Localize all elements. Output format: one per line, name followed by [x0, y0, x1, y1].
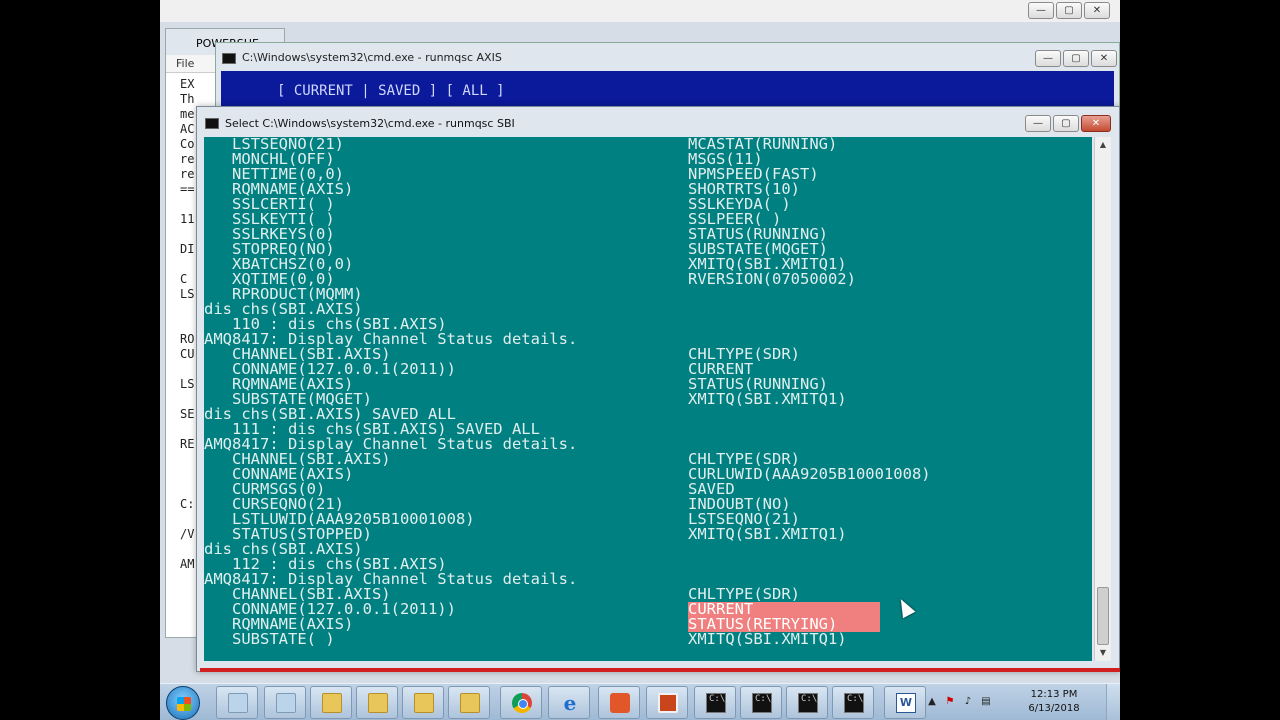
cmd-icon	[222, 53, 236, 64]
terminal-icon: C:\_	[798, 693, 823, 713]
axis-console-text: [ CURRENT | SAVED ] [ ALL ]	[277, 83, 505, 99]
desktop-screen: — ▢ ✕ POWERSHE File EXThmeACCorere==11DI…	[160, 0, 1120, 720]
outer-window-titlebar: — ▢ ✕	[160, 0, 1120, 22]
console-line: CONNAME(AXIS) CURLUWID(AAA9205B10001008)	[204, 466, 1092, 482]
taskbar-folder-3[interactable]	[402, 686, 444, 719]
console-line: SSLRKEYS(0) STATUS(RUNNING)	[204, 226, 1092, 242]
start-button[interactable]	[166, 686, 200, 720]
minimize-button[interactable]: —	[1028, 2, 1054, 19]
sbi-console-output[interactable]: LSTSEQNO(21) MCASTAT(RUNNING) MONCHL(OFF)…	[204, 137, 1092, 661]
internet-explorer-icon: e	[563, 691, 577, 715]
console-line: XBATCHSZ(0,0) XMITQ(SBI.XMITQ1)	[204, 256, 1092, 272]
taskbar-presentation[interactable]	[646, 686, 688, 719]
folder-icon	[322, 693, 342, 713]
cmd-window-sbi[interactable]: Select C:\Windows\system32\cmd.exe - run…	[196, 106, 1120, 672]
window-icon	[228, 693, 248, 713]
scroll-up-arrow-icon[interactable]: ▲	[1095, 137, 1111, 153]
window-bottom-edge	[200, 668, 1120, 672]
taskbar-app-explorer-a[interactable]	[216, 686, 258, 719]
taskbar-chrome[interactable]	[500, 686, 542, 719]
system-tray: ▲ ⚑ ♪ ▤ 12:13 PM 6/13/2018	[920, 684, 1090, 720]
folder-icon	[368, 693, 388, 713]
terminal-icon: C:\_	[706, 693, 731, 713]
close-button[interactable]: ✕	[1084, 2, 1110, 19]
minimize-button[interactable]: —	[1025, 115, 1051, 132]
cmd-window-axis-title: C:\Windows\system32\cmd.exe - runmqsc AX…	[242, 51, 502, 64]
clock-date: 6/13/2018	[1028, 703, 1080, 714]
clock-time: 12:13 PM	[1030, 689, 1078, 700]
volume-icon[interactable]: ♪	[962, 696, 974, 708]
network-icon[interactable]: ▤	[980, 696, 992, 708]
console-line: RQMNAME(AXIS) SHORTRTS(10)	[204, 181, 1092, 197]
taskbar-folder-2[interactable]	[356, 686, 398, 719]
taskbar-internet-explorer[interactable]: e	[548, 686, 590, 719]
console-line: SUBSTATE( ) XMITQ(SBI.XMITQ1)	[204, 630, 1092, 648]
console-line-right: XMITQ(SBI.XMITQ1)	[688, 525, 847, 543]
cmd-window-sbi-titlebar: Select C:\Windows\system32\cmd.exe - run…	[197, 107, 1119, 137]
chrome-icon	[512, 693, 532, 713]
terminal-icon: C:\_	[752, 693, 777, 713]
taskbar-folder-1[interactable]	[310, 686, 352, 719]
taskbar-folder-4[interactable]	[448, 686, 490, 719]
taskbar-cmd-4[interactable]: C:\_	[832, 686, 874, 719]
folder-icon	[414, 693, 434, 713]
axis-window-controls: — ▢ ✕	[1035, 50, 1117, 67]
terminal-icon: C:\_	[844, 693, 869, 713]
folder-icon	[460, 693, 480, 713]
console-line: SSLCERTI( ) SSLKEYDA( )	[204, 196, 1092, 212]
console-line-left: SUBSTATE( )	[204, 630, 335, 648]
vertical-scrollbar[interactable]: ▲ ▼	[1094, 137, 1111, 661]
scroll-down-arrow-icon[interactable]: ▼	[1095, 645, 1111, 661]
taskbar-pdf-reader[interactable]	[598, 686, 640, 719]
close-button[interactable]: ✕	[1091, 50, 1117, 67]
close-button[interactable]: ✕	[1081, 115, 1111, 132]
pdf-icon	[610, 693, 630, 713]
outer-window-controls: — ▢ ✕	[1028, 2, 1110, 19]
cmd-window-sbi-title: Select C:\Windows\system32\cmd.exe - run…	[225, 117, 515, 130]
taskbar-cmd-2[interactable]: C:\_	[740, 686, 782, 719]
sbi-window-controls: — ▢ ✕	[1025, 115, 1111, 132]
windows-logo-icon	[177, 697, 191, 711]
console-line-right: XMITQ(SBI.XMITQ1)	[688, 390, 847, 408]
taskbar-cmd-3[interactable]: C:\_	[786, 686, 828, 719]
taskbar-cmd-1[interactable]: C:\_	[694, 686, 736, 719]
show-hidden-icons-chevron-icon[interactable]: ▲	[926, 696, 938, 708]
show-desktop-button[interactable]	[1106, 684, 1120, 720]
maximize-button[interactable]: ▢	[1053, 115, 1079, 132]
console-line: LSTSEQNO(21) MCASTAT(RUNNING)	[204, 137, 1092, 152]
scroll-thumb[interactable]	[1097, 587, 1109, 645]
security-alert-icon[interactable]: ⚑	[944, 696, 956, 708]
maximize-button[interactable]: ▢	[1056, 2, 1082, 19]
maximize-button[interactable]: ▢	[1063, 50, 1089, 67]
cmd-window-axis-titlebar: C:\Windows\system32\cmd.exe - runmqsc AX…	[216, 43, 1119, 71]
console-line: RQMNAME(AXIS) STATUS(RETRYING)	[204, 616, 1092, 632]
cmd-icon	[205, 118, 219, 129]
window-icon	[276, 693, 296, 713]
console-line-right: XMITQ(SBI.XMITQ1)	[688, 630, 847, 648]
taskbar-app-explorer-b[interactable]	[264, 686, 306, 719]
word-icon: W	[896, 693, 916, 713]
minimize-button[interactable]: —	[1035, 50, 1061, 67]
console-line: SSLKEYTI( ) SSLPEER( )	[204, 211, 1092, 227]
console-line-right: RVERSION(07050002)	[688, 270, 856, 288]
system-clock[interactable]: 12:13 PM 6/13/2018	[1024, 688, 1084, 716]
taskbar: e C:\_ C:\_ C:\_ C:\_ W ▲ ⚑ ♪ ▤ 12:13 PM…	[160, 683, 1120, 720]
presentation-icon	[658, 693, 678, 713]
